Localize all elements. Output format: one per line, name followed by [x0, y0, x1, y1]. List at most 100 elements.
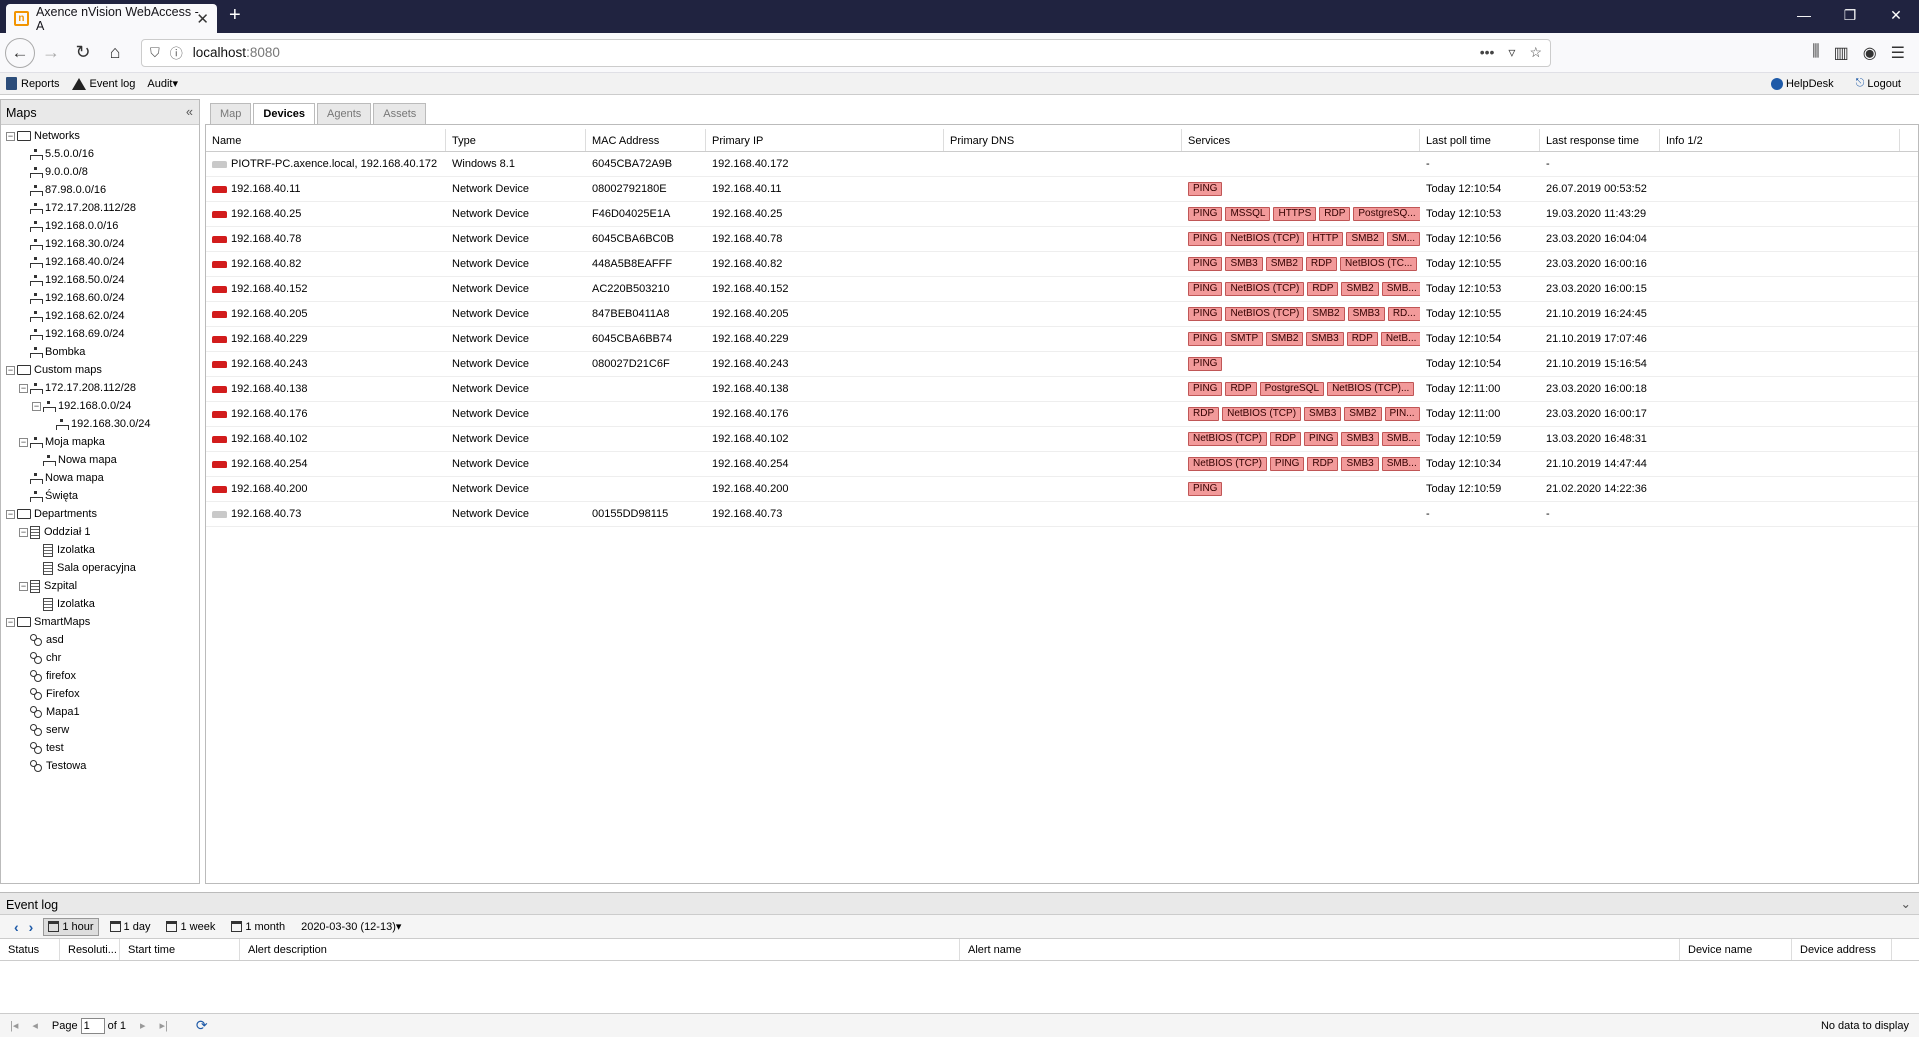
service-badge[interactable]: PING — [1304, 432, 1339, 446]
browser-tab[interactable]: n Axence nVision WebAccess - A ✕ — [6, 4, 217, 33]
column-header[interactable]: MAC Address — [586, 129, 706, 151]
column-header[interactable]: Device address — [1792, 939, 1892, 960]
service-badge[interactable]: SMB3 — [1341, 432, 1379, 446]
column-header[interactable]: Last poll time — [1420, 129, 1540, 151]
close-window-icon[interactable]: ✕ — [1873, 0, 1919, 31]
table-row[interactable]: 192.168.40.78 Network Device 6045CBA6BC0B 1… — [206, 227, 1918, 252]
table-row[interactable]: 192.168.40.25 Network Device F46D04025E1A 1… — [206, 202, 1918, 227]
service-badge[interactable]: RDP — [1269, 432, 1302, 446]
service-badge[interactable]: SM... — [1386, 232, 1420, 246]
service-badge[interactable]: SMTP — [1225, 332, 1264, 346]
account-icon[interactable]: ◉ — [1863, 43, 1877, 63]
forward-button[interactable]: → — [35, 42, 67, 63]
collapse-toggle-icon[interactable]: − — [19, 527, 28, 537]
service-badge[interactable]: PING — [1188, 207, 1223, 221]
tree-item[interactable]: 9.0.0.0/8 — [1, 163, 199, 181]
tree-item[interactable]: firefox — [1, 667, 199, 685]
tree-item[interactable]: 192.168.69.0/24 — [1, 325, 199, 343]
library-icon[interactable]: ⫼ — [1812, 43, 1819, 63]
service-badge[interactable]: PING — [1188, 382, 1223, 396]
service-badge[interactable]: HTTPS — [1273, 207, 1317, 221]
service-badge[interactable]: SMB2 — [1346, 232, 1384, 246]
tab-close-icon[interactable]: ✕ — [196, 10, 209, 28]
service-badge[interactable]: NetBIOS (TCP) — [1225, 232, 1305, 246]
range-button[interactable]: 1 month — [226, 918, 290, 936]
table-row[interactable]: PIOTRF-PC.axence.local, 192.168.40.172 Wi… — [206, 152, 1918, 177]
service-badge[interactable]: NetBIOS (TCP) — [1188, 457, 1267, 471]
service-badge[interactable]: SMB3 — [1304, 407, 1342, 421]
tree-item[interactable]: 192.168.60.0/24 — [1, 289, 199, 307]
tree-item[interactable]: serw — [1, 721, 199, 739]
service-badge[interactable]: MSSQL — [1225, 207, 1271, 221]
bookmark-star-icon[interactable]: ☆ — [1529, 44, 1542, 61]
next-period-icon[interactable]: › — [29, 919, 34, 935]
table-row[interactable]: 192.168.40.243 Network Device 080027D21C6F… — [206, 352, 1918, 377]
service-badge[interactable]: RDP — [1346, 332, 1378, 346]
tree-item[interactable]: − Szpital — [1, 577, 199, 595]
column-header[interactable]: Primary IP — [706, 129, 944, 151]
tree-item[interactable]: − 192.168.0.0/24 — [1, 397, 199, 415]
refresh-icon[interactable]: ⟳ — [196, 1017, 208, 1034]
column-header[interactable]: Device name — [1680, 939, 1792, 960]
service-badge[interactable]: PostgreSQ... — [1353, 207, 1420, 221]
address-bar[interactable]: ⛉ ⓘ localhost:8080 ••• ▿ ☆ — [141, 38, 1551, 67]
table-row[interactable]: 192.168.40.205 Network Device 847BEB0411A8… — [206, 302, 1918, 327]
service-badge[interactable]: PostgreSQL — [1259, 382, 1325, 396]
tab-assets[interactable]: Assets — [373, 103, 427, 124]
collapse-panel-icon[interactable]: « — [186, 105, 193, 119]
tree-item[interactable]: 192.168.0.0/16 — [1, 217, 199, 235]
tree-item[interactable]: 87.98.0.0/16 — [1, 181, 199, 199]
collapse-toggle-icon[interactable]: − — [19, 383, 28, 393]
tree-item[interactable]: − 172.17.208.112/28 — [1, 379, 199, 397]
service-badge[interactable]: PING — [1188, 282, 1223, 296]
table-row[interactable]: 192.168.40.82 Network Device 448A5B8EAFFF 1… — [206, 252, 1918, 277]
service-badge[interactable]: SMB2 — [1344, 407, 1382, 421]
service-badge[interactable]: NetBIOS (TC... — [1340, 257, 1418, 271]
service-badge[interactable]: HTTP — [1307, 232, 1344, 246]
table-row[interactable]: 192.168.40.254 Network Device 192.168.40.2… — [206, 452, 1918, 477]
column-header[interactable]: Alert description — [240, 939, 960, 960]
table-row[interactable]: 192.168.40.73 Network Device 00155DD98115 1… — [206, 502, 1918, 527]
tree-item[interactable]: − Oddział 1 — [1, 523, 199, 541]
tree-item[interactable]: test — [1, 739, 199, 757]
tree-item[interactable]: Izolatka — [1, 541, 199, 559]
minimize-icon[interactable]: — — [1781, 0, 1827, 31]
service-badge[interactable]: NetBIOS (TCP) — [1188, 432, 1267, 446]
prev-page-icon[interactable]: ◂ — [32, 1019, 38, 1032]
collapse-toggle-icon[interactable]: − — [32, 401, 41, 411]
date-selector[interactable]: 2020-03-30 (12-13) ▾ — [296, 917, 406, 936]
info-icon[interactable]: ⓘ — [170, 43, 183, 62]
tree-item[interactable]: Nowa mapa — [1, 469, 199, 487]
tree-item[interactable]: Bombka — [1, 343, 199, 361]
column-header[interactable]: Status — [0, 939, 60, 960]
service-badge[interactable]: SMB3 — [1341, 457, 1379, 471]
first-page-icon[interactable]: |◂ — [10, 1019, 18, 1032]
table-row[interactable]: 192.168.40.200 Network Device 192.168.40.2… — [206, 477, 1918, 502]
table-row[interactable]: 192.168.40.152 Network Device AC220B503210… — [206, 277, 1918, 302]
service-badge[interactable]: PIN... — [1384, 407, 1420, 421]
table-row[interactable]: 192.168.40.102 Network Device 192.168.40.1… — [206, 427, 1918, 452]
column-header[interactable]: Type — [446, 129, 586, 151]
service-badge[interactable]: RDP — [1319, 207, 1351, 221]
service-badge[interactable]: PING — [1188, 332, 1223, 346]
reload-button[interactable]: ↻ — [67, 42, 99, 63]
back-button[interactable]: ← — [5, 37, 35, 68]
service-badge[interactable]: NetBIOS (TCP) — [1225, 307, 1305, 321]
tree-item[interactable]: Mapa1 — [1, 703, 199, 721]
service-badge[interactable]: RDP — [1225, 382, 1257, 396]
tree-item[interactable]: − Moja mapka — [1, 433, 199, 451]
service-badge[interactable]: SMB... — [1381, 457, 1420, 471]
service-badge[interactable]: PING — [1188, 257, 1223, 271]
service-badge[interactable]: NetB... — [1380, 332, 1420, 346]
table-row[interactable]: 192.168.40.138 Network Device 192.168.40.1… — [206, 377, 1918, 402]
service-badge[interactable]: SMB2 — [1266, 332, 1304, 346]
range-button[interactable]: 1 week — [161, 918, 220, 936]
service-badge[interactable]: PING — [1188, 482, 1223, 496]
tree-item[interactable]: 192.168.50.0/24 — [1, 271, 199, 289]
tree-item[interactable]: Nowa mapa — [1, 451, 199, 469]
table-row[interactable]: 192.168.40.11 Network Device 08002792180E 1… — [206, 177, 1918, 202]
service-badge[interactable]: SMB... — [1381, 282, 1420, 296]
tree-item[interactable]: asd — [1, 631, 199, 649]
range-button[interactable]: 1 day — [105, 918, 156, 936]
collapse-toggle-icon[interactable]: − — [19, 581, 28, 591]
